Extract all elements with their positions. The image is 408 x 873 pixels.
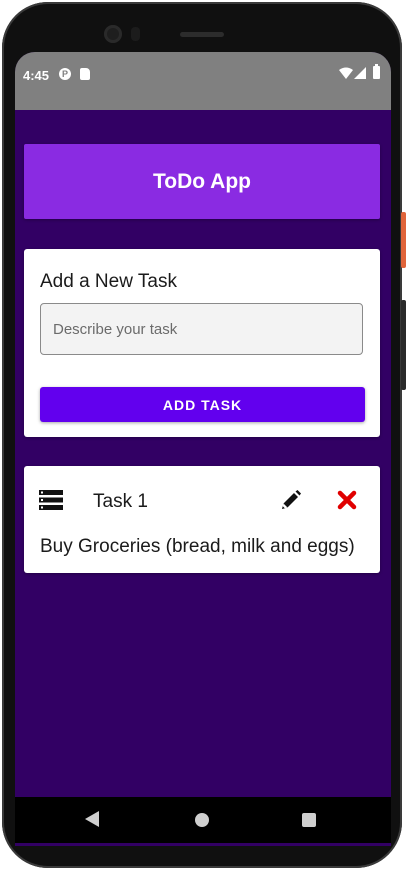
task-description: Buy Groceries (bread, milk and eggs) [40, 536, 355, 557]
back-icon[interactable] [85, 811, 99, 827]
list-icon [39, 490, 63, 510]
volume-button [401, 300, 406, 390]
sd-card-icon [80, 68, 90, 80]
add-task-card: Add a New Task ADD TASK [24, 249, 380, 437]
wifi-icon [339, 67, 353, 79]
signal-icon [354, 67, 366, 79]
task-description-input[interactable] [40, 303, 363, 355]
add-task-button[interactable]: ADD TASK [40, 387, 365, 422]
add-task-title: Add a New Task [40, 271, 177, 292]
edit-icon[interactable] [279, 490, 301, 512]
navigation-bar [15, 797, 391, 843]
power-button [401, 212, 406, 268]
battery-icon [373, 64, 380, 79]
earpiece-speaker [180, 32, 224, 37]
app-title: ToDo App [153, 169, 251, 193]
status-time: 4:45 [23, 68, 50, 83]
camera-sensor [131, 27, 140, 41]
status-bar: 4:45 P [15, 52, 391, 110]
app-screen: 4:45 P ToDo App Add a New Task ADD TASK … [15, 52, 391, 846]
home-icon[interactable] [195, 813, 209, 827]
app-header: ToDo App [24, 144, 380, 219]
delete-icon[interactable] [337, 490, 357, 510]
task-card: Task 1 Buy Groceries (bread, milk and eg… [24, 466, 380, 573]
recents-icon[interactable] [302, 813, 316, 827]
task-name: Task 1 [93, 491, 148, 512]
data-saver-icon: P [59, 68, 71, 80]
front-camera [104, 25, 122, 43]
